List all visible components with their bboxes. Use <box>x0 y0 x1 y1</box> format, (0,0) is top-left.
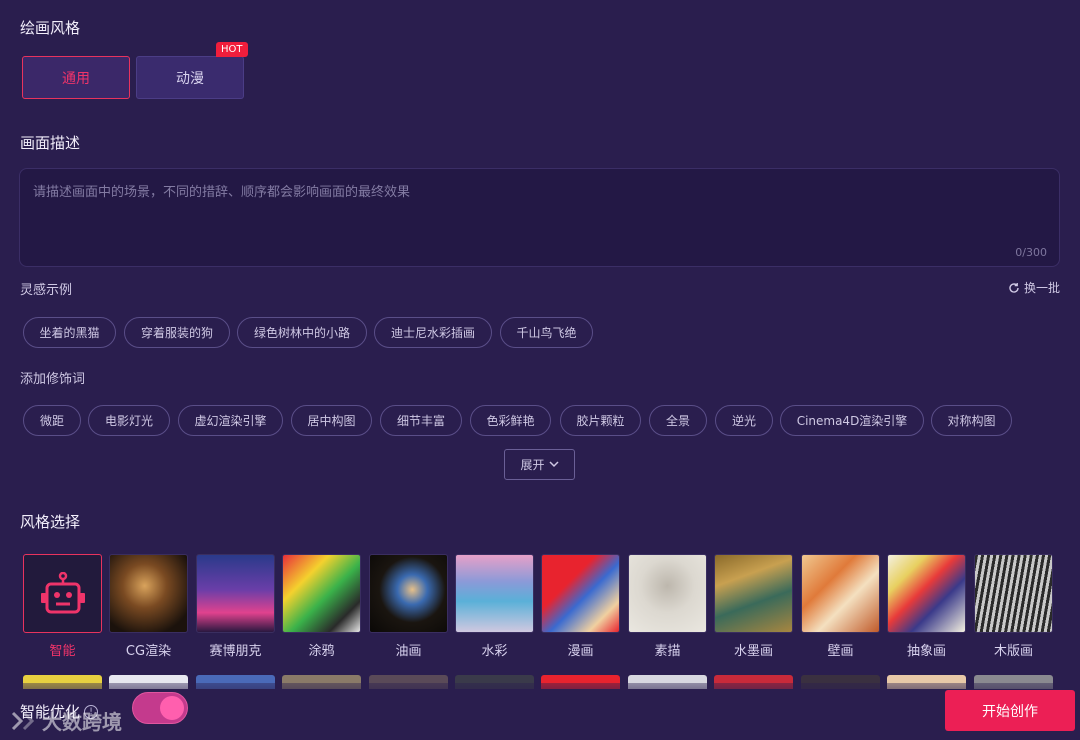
start-create-button[interactable]: 开始创作 <box>945 690 1075 731</box>
toggle-knob <box>160 696 184 720</box>
style-label: 涂鸦 <box>308 644 335 659</box>
style-label: 抽象画 <box>906 644 946 659</box>
watermark-logo-icon <box>11 711 35 730</box>
style-thumb-watercolor[interactable] <box>455 554 534 633</box>
watermark-text: 大数跨境 <box>42 710 122 734</box>
modifier-chip[interactable]: Cinema4D渲染引擎 <box>780 405 924 436</box>
style-thumb-woodcut[interactable] <box>974 554 1053 633</box>
robot-icon <box>40 571 85 613</box>
inspiration-chip[interactable]: 绿色树林中的小路 <box>237 317 367 348</box>
inspiration-chip[interactable]: 坐着的黑猫 <box>23 317 116 348</box>
modifier-chip[interactable]: 色彩鲜艳 <box>470 405 551 436</box>
optimize-toggle[interactable] <box>132 692 188 724</box>
expand-label: 展开 <box>520 458 545 472</box>
modifier-chip[interactable]: 微距 <box>23 405 81 436</box>
modifiers-title: 添加修饰词 <box>20 372 86 387</box>
watermark: 大数跨境 <box>10 706 122 735</box>
refresh-icon <box>1009 282 1019 293</box>
style-thumb-smart[interactable] <box>23 554 102 633</box>
style-label: 水彩 <box>481 644 508 659</box>
refresh-button[interactable]: 换一批 <box>1008 279 1060 296</box>
modifier-chip[interactable]: 对称构图 <box>931 405 1012 436</box>
style-section-title: 绘画风格 <box>20 19 81 37</box>
style-thumb-cyberpunk[interactable] <box>196 554 275 633</box>
style-thumb-ink[interactable] <box>714 554 793 633</box>
description-title: 画面描述 <box>20 134 81 152</box>
modifier-chip[interactable]: 逆光 <box>715 405 773 436</box>
style-label: 漫画 <box>567 644 594 659</box>
style-label: 赛博朋克 <box>209 644 262 659</box>
description-placeholder: 请描述画面中的场景，不同的措辞、顺序都会影响画面的最终效果 <box>33 185 411 200</box>
style-select-title: 风格选择 <box>20 513 81 531</box>
inspiration-chip[interactable]: 千山鸟飞绝 <box>500 317 593 348</box>
refresh-label: 换一批 <box>1023 281 1060 295</box>
tab-anime[interactable]: 动漫 <box>136 56 244 99</box>
description-counter: 0/300 <box>1015 246 1047 259</box>
style-thumb-cg[interactable] <box>109 554 188 633</box>
style-thumb-oil[interactable] <box>369 554 448 633</box>
modifier-chip[interactable]: 细节丰富 <box>380 405 462 436</box>
hot-badge: HOT <box>216 42 248 57</box>
style-label: 水墨画 <box>733 644 773 659</box>
tab-general[interactable]: 通用 <box>22 56 130 99</box>
modifier-chip[interactable]: 全景 <box>649 405 707 436</box>
style-thumb-mural[interactable] <box>801 554 880 633</box>
style-thumb-comic[interactable] <box>541 554 620 633</box>
chevron-down-icon <box>548 461 559 468</box>
style-thumb-abstract[interactable] <box>887 554 966 633</box>
modifier-chip[interactable]: 居中构图 <box>291 405 372 436</box>
inspiration-title: 灵感示例 <box>20 283 73 298</box>
modifier-chip[interactable]: 胶片颗粒 <box>560 405 641 436</box>
style-label: 素描 <box>654 644 681 659</box>
style-label: 智能 <box>49 644 76 659</box>
inspiration-chip[interactable]: 穿着服装的狗 <box>124 317 230 348</box>
style-label: CG渲染 <box>125 644 172 659</box>
modifier-chip[interactable]: 虚幻渲染引擎 <box>178 405 283 436</box>
description-input[interactable]: 请描述画面中的场景，不同的措辞、顺序都会影响画面的最终效果 0/300 <box>19 168 1060 267</box>
style-label: 壁画 <box>827 644 854 659</box>
style-label: 木版画 <box>993 644 1033 659</box>
style-thumb-graffiti[interactable] <box>282 554 361 633</box>
inspiration-chip[interactable]: 迪士尼水彩插画 <box>374 317 492 348</box>
modifier-chip[interactable]: 电影灯光 <box>88 405 170 436</box>
expand-button[interactable]: 展开 <box>504 449 575 480</box>
style-thumb-sketch[interactable] <box>628 554 707 633</box>
style-label: 油画 <box>395 644 422 659</box>
